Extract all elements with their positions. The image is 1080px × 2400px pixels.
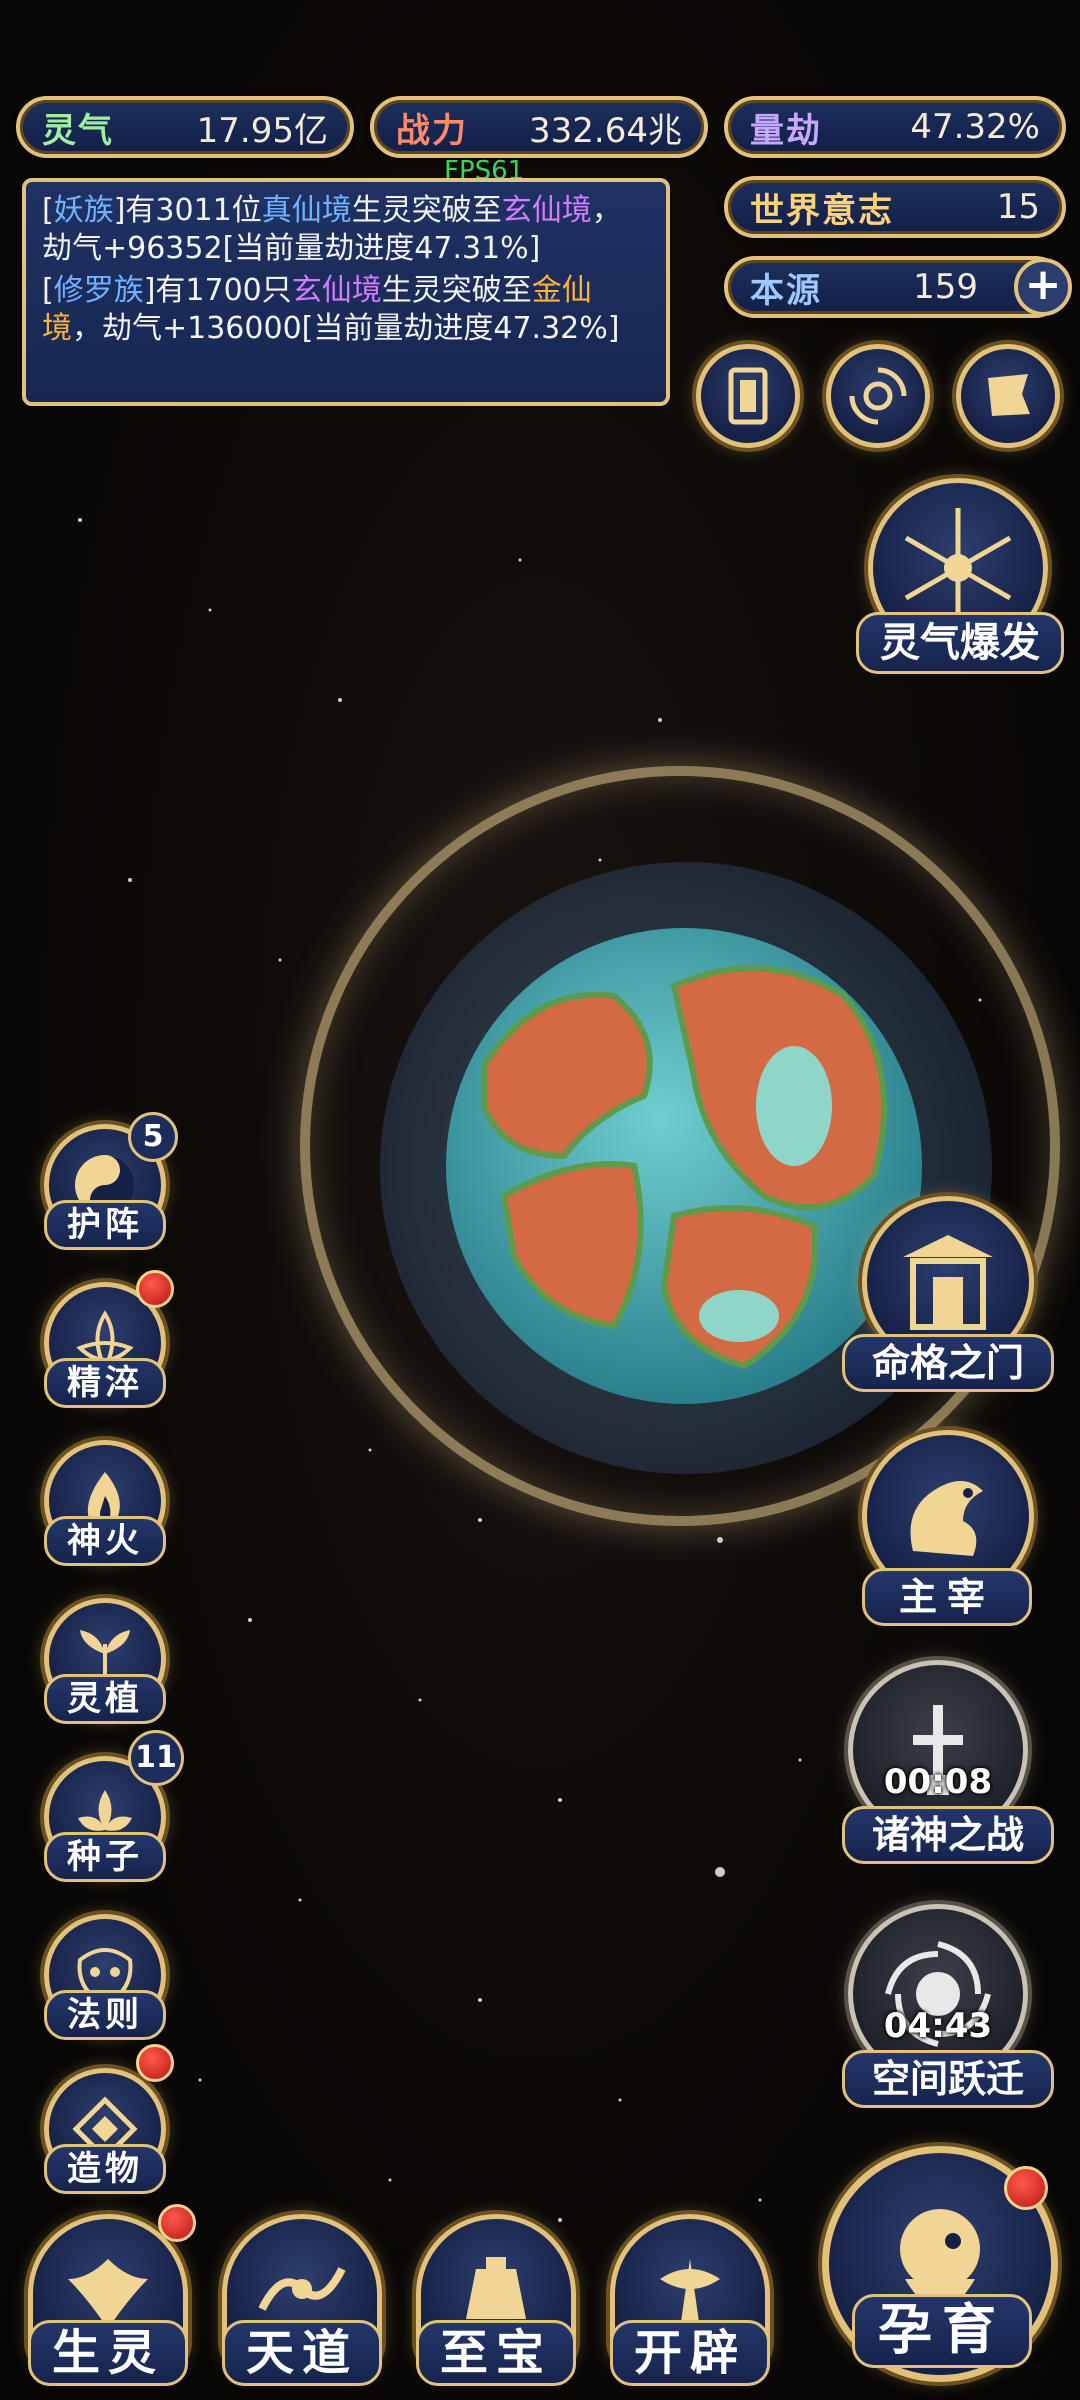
protect-array-badge: 5 [128, 1112, 178, 1162]
refine-button[interactable]: 精淬 [44, 1358, 166, 1408]
dragon-glyph-icon [910, 1481, 983, 1556]
liangjie-label: 量劫 [750, 110, 822, 151]
treasure-button[interactable]: 至宝 [416, 2320, 576, 2386]
flag-icon[interactable] [956, 344, 1060, 448]
protect-array-button[interactable]: 护阵 [44, 1200, 166, 1250]
seed-badge: 11 [128, 1730, 184, 1786]
creation-button[interactable]: 造物 [44, 2144, 166, 2194]
space-jump-timer: 04:43 [883, 2006, 993, 2046]
divine-fire-button[interactable]: 神火 [44, 1516, 166, 1566]
liangjie-pill[interactable]: 量劫 47.32% [724, 96, 1066, 158]
vortex-glyph-icon [849, 367, 907, 425]
heaven-dao-button[interactable]: 天道 [222, 2320, 382, 2386]
open-up-button[interactable]: 开辟 [610, 2320, 770, 2386]
beings-button[interactable]: 生灵 [28, 2320, 188, 2386]
banner-glyph-icon [988, 374, 1030, 416]
lingqi-value: 17.95亿 [196, 110, 328, 151]
breed-button[interactable]: 孕育 [852, 2294, 1032, 2368]
lingqi-burst-button[interactable]: 灵气爆发 [856, 612, 1064, 674]
card-icon[interactable] [696, 344, 800, 448]
seed-button[interactable]: 种子 [44, 1832, 166, 1882]
zhanli-pill[interactable]: 战力 332.64兆 [370, 96, 708, 158]
add-benyuan-button[interactable]: + [1014, 258, 1072, 316]
breed-notification-dot [1004, 2166, 1048, 2210]
benyuan-label: 本源 [750, 270, 822, 311]
gods-war-timer: 00:08 [883, 1762, 993, 1802]
lingqi-pill[interactable]: 灵气 17.95亿 [16, 96, 354, 158]
world-will-pill[interactable]: 世界意志 15 [724, 176, 1066, 238]
swirl-icon[interactable] [826, 344, 930, 448]
card-glyph-icon [728, 367, 768, 425]
beings-notification-dot [158, 2204, 196, 2242]
gate-glyph-icon [903, 1235, 993, 1330]
lingqi-label: 灵气 [42, 110, 114, 151]
log-message: [修罗族]有1700只玄仙境生灵突破至金仙境，劫气+136000[当前量劫进度4… [42, 273, 620, 346]
spirit-plant-button[interactable]: 灵植 [44, 1674, 166, 1724]
zhanli-value: 332.64兆 [529, 110, 682, 151]
creation-notification-dot [136, 2044, 174, 2082]
law-button[interactable]: 法则 [44, 1990, 166, 2040]
refine-notification-dot [136, 1270, 174, 1308]
log-message: [妖族]有3011位真仙境生灵突破至玄仙境，劫气+96352[当前量劫进度47.… [42, 193, 622, 266]
liangjie-value: 47.32% [910, 107, 1040, 147]
world-will-label: 世界意志 [750, 190, 894, 231]
fate-gate-button[interactable]: 命格之门 [842, 1334, 1054, 1392]
zhanli-label: 战力 [396, 110, 468, 151]
benyuan-value: 159 [913, 267, 978, 307]
event-log: [妖族]有3011位真仙境生灵突破至玄仙境，劫气+96352[当前量劫进度47.… [22, 178, 670, 406]
space-jump-button[interactable]: 空间跃迁 [842, 2050, 1054, 2108]
world-will-value: 15 [996, 187, 1040, 227]
ruler-button[interactable]: 主宰 [862, 1568, 1032, 1626]
planet[interactable] [444, 926, 924, 1406]
gods-war-button[interactable]: 诸神之战 [842, 1806, 1054, 1864]
